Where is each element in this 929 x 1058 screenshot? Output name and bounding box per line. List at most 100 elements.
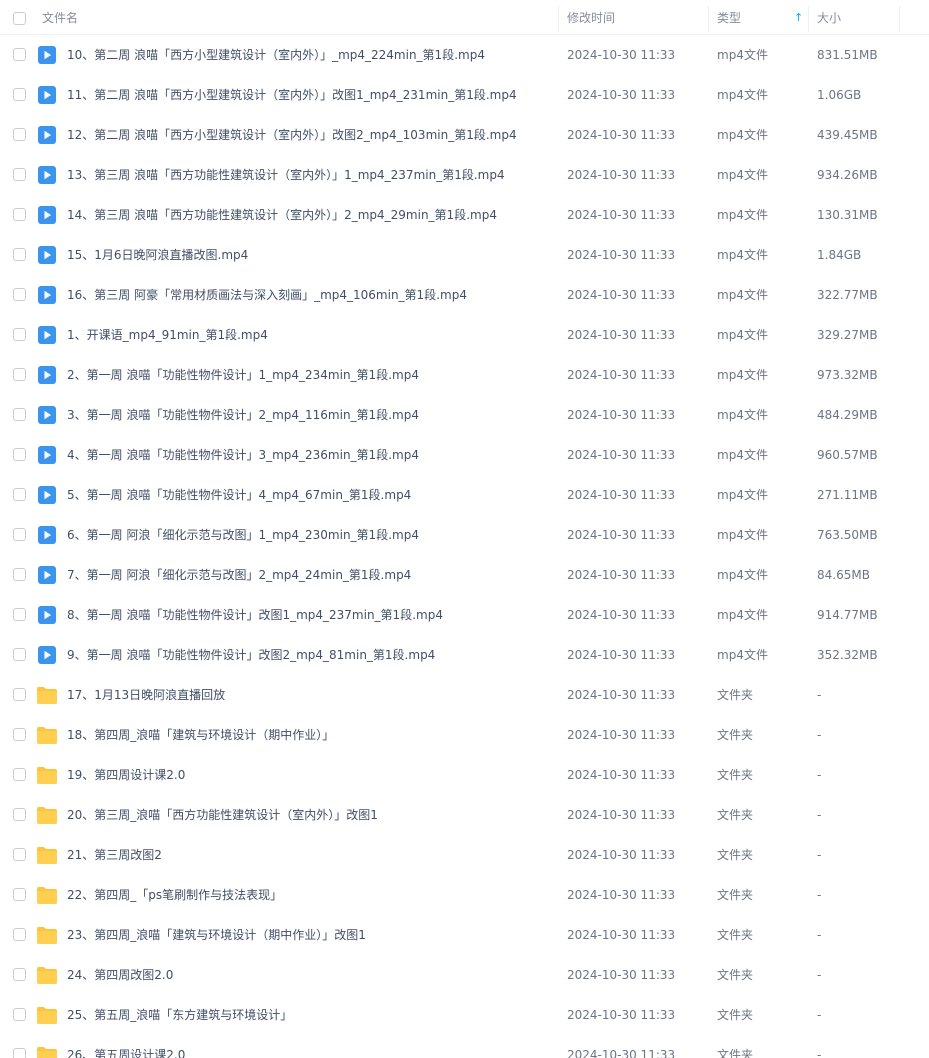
- file-name[interactable]: 21、第三周改图2: [67, 835, 162, 875]
- file-row[interactable]: 12、第二周 浪喵「西方小型建筑设计（室内外）」改图2_mp4_103min_第…: [0, 115, 929, 155]
- file-name[interactable]: 19、第四周设计课2.0: [67, 755, 185, 795]
- row-checkbox[interactable]: [13, 128, 26, 141]
- row-checkbox[interactable]: [13, 608, 26, 621]
- row-checkbox[interactable]: [13, 368, 26, 381]
- row-checkbox[interactable]: [13, 408, 26, 421]
- file-row[interactable]: 19、第四周设计课2.0 2024-10-30 11:33 文件夹 -: [0, 755, 929, 795]
- row-checkbox[interactable]: [13, 528, 26, 541]
- column-header-size[interactable]: 大小: [817, 0, 841, 34]
- file-name[interactable]: 1、开课语_mp4_91min_第1段.mp4: [67, 315, 268, 355]
- file-type: 文件夹: [717, 808, 754, 822]
- column-divider[interactable]: [558, 6, 559, 32]
- row-checkbox[interactable]: [13, 888, 26, 901]
- file-row[interactable]: 20、第三周_浪喵「西方功能性建筑设计（室内外）」改图1 2024-10-30 1…: [0, 795, 929, 835]
- file-row[interactable]: 4、第一周 浪喵「功能性物件设计」3_mp4_236min_第1段.mp4 202…: [0, 435, 929, 475]
- file-name[interactable]: 16、第三周 阿豪「常用材质画法与深入刻画」_mp4_106min_第1段.mp…: [67, 275, 467, 315]
- file-name[interactable]: 7、第一周 阿浪「细化示范与改图」2_mp4_24min_第1段.mp4: [67, 555, 411, 595]
- file-name[interactable]: 13、第三周 浪喵「西方功能性建筑设计（室内外）」1_mp4_237min_第1…: [67, 155, 505, 195]
- row-checkbox[interactable]: [13, 488, 26, 501]
- column-divider[interactable]: [899, 6, 900, 32]
- file-type: mp4文件: [717, 328, 768, 342]
- file-name[interactable]: 5、第一周 浪喵「功能性物件设计」4_mp4_67min_第1段.mp4: [67, 475, 411, 515]
- row-checkbox[interactable]: [13, 448, 26, 461]
- row-checkbox[interactable]: [13, 688, 26, 701]
- file-size: -: [817, 888, 822, 902]
- video-icon: [38, 366, 56, 384]
- file-row[interactable]: 11、第二周 浪喵「西方小型建筑设计（室内外）」改图1_mp4_231min_第…: [0, 75, 929, 115]
- row-checkbox[interactable]: [13, 848, 26, 861]
- file-size: 763.50MB: [817, 528, 878, 542]
- file-name[interactable]: 24、第四周改图2.0: [67, 955, 173, 995]
- column-divider[interactable]: [708, 6, 709, 32]
- row-checkbox[interactable]: [13, 928, 26, 941]
- file-name[interactable]: 6、第一周 阿浪「细化示范与改图」1_mp4_230min_第1段.mp4: [67, 515, 419, 555]
- file-name[interactable]: 2、第一周 浪喵「功能性物件设计」1_mp4_234min_第1段.mp4: [67, 355, 419, 395]
- file-name[interactable]: 3、第一周 浪喵「功能性物件设计」2_mp4_116min_第1段.mp4: [67, 395, 419, 435]
- row-checkbox[interactable]: [13, 288, 26, 301]
- row-checkbox[interactable]: [13, 1008, 26, 1021]
- file-name[interactable]: 8、第一周 浪喵「功能性物件设计」改图1_mp4_237min_第1段.mp4: [67, 595, 443, 635]
- column-header-type[interactable]: 类型: [717, 0, 741, 34]
- row-checkbox[interactable]: [13, 1048, 26, 1058]
- file-row[interactable]: 16、第三周 阿豪「常用材质画法与深入刻画」_mp4_106min_第1段.mp…: [0, 275, 929, 315]
- row-checkbox[interactable]: [13, 328, 26, 341]
- file-row[interactable]: 7、第一周 阿浪「细化示范与改图」2_mp4_24min_第1段.mp4 2024…: [0, 555, 929, 595]
- file-row[interactable]: 15、1月6日晚阿浪直播改图.mp4 2024-10-30 11:33 mp4文件 1…: [0, 235, 929, 275]
- row-checkbox[interactable]: [13, 248, 26, 261]
- file-row[interactable]: 14、第三周 浪喵「西方功能性建筑设计（室内外）」2_mp4_29min_第1段…: [0, 195, 929, 235]
- file-row[interactable]: 21、第三周改图2 2024-10-30 11:33 文件夹 -: [0, 835, 929, 875]
- column-header-modified[interactable]: 修改时间: [567, 0, 615, 34]
- file-size: 934.26MB: [817, 168, 878, 182]
- file-row[interactable]: 13、第三周 浪喵「西方功能性建筑设计（室内外）」1_mp4_237min_第1…: [0, 155, 929, 195]
- row-checkbox[interactable]: [13, 808, 26, 821]
- file-row[interactable]: 24、第四周改图2.0 2024-10-30 11:33 文件夹 -: [0, 955, 929, 995]
- row-checkbox[interactable]: [13, 48, 26, 61]
- file-name[interactable]: 20、第三周_浪喵「西方功能性建筑设计（室内外）」改图1: [67, 795, 378, 835]
- file-row[interactable]: 18、第四周_浪喵「建筑与环境设计（期中作业）」 2024-10-30 11:33…: [0, 715, 929, 755]
- file-row[interactable]: 10、第二周 浪喵「西方小型建筑设计（室内外）」_mp4_224min_第1段.…: [0, 35, 929, 75]
- select-all-checkbox[interactable]: [13, 12, 26, 25]
- row-checkbox[interactable]: [13, 728, 26, 741]
- file-name[interactable]: 22、第四周_「ps笔刷制作与技法表现」: [67, 875, 282, 915]
- file-row[interactable]: 1、开课语_mp4_91min_第1段.mp4 2024-10-30 11:33 m…: [0, 315, 929, 355]
- file-name[interactable]: 12、第二周 浪喵「西方小型建筑设计（室内外）」改图2_mp4_103min_第…: [67, 115, 517, 155]
- file-name[interactable]: 26、第五周设计课2.0: [67, 1035, 185, 1058]
- file-row[interactable]: 3、第一周 浪喵「功能性物件设计」2_mp4_116min_第1段.mp4 202…: [0, 395, 929, 435]
- row-checkbox[interactable]: [13, 968, 26, 981]
- folder-icon: [37, 846, 57, 864]
- file-modified-time: 2024-10-30 11:33: [567, 88, 676, 102]
- file-modified-time: 2024-10-30 11:33: [567, 928, 676, 942]
- row-checkbox[interactable]: [13, 768, 26, 781]
- file-row[interactable]: 9、第一周 浪喵「功能性物件设计」改图2_mp4_81min_第1段.mp4 20…: [0, 635, 929, 675]
- file-row[interactable]: 23、第四周_浪喵「建筑与环境设计（期中作业）」改图1 2024-10-30 11…: [0, 915, 929, 955]
- file-row[interactable]: 17、1月13日晚阿浪直播回放 2024-10-30 11:33 文件夹 -: [0, 675, 929, 715]
- file-name[interactable]: 14、第三周 浪喵「西方功能性建筑设计（室内外）」2_mp4_29min_第1段…: [67, 195, 497, 235]
- file-size: 84.65MB: [817, 568, 870, 582]
- file-type: 文件夹: [717, 728, 754, 742]
- file-name[interactable]: 15、1月6日晚阿浪直播改图.mp4: [67, 235, 248, 275]
- file-name[interactable]: 11、第二周 浪喵「西方小型建筑设计（室内外）」改图1_mp4_231min_第…: [67, 75, 517, 115]
- file-row[interactable]: 6、第一周 阿浪「细化示范与改图」1_mp4_230min_第1段.mp4 202…: [0, 515, 929, 555]
- row-checkbox[interactable]: [13, 648, 26, 661]
- file-row[interactable]: 22、第四周_「ps笔刷制作与技法表现」 2024-10-30 11:33 文件夹 -: [0, 875, 929, 915]
- file-name[interactable]: 9、第一周 浪喵「功能性物件设计」改图2_mp4_81min_第1段.mp4: [67, 635, 435, 675]
- file-name[interactable]: 4、第一周 浪喵「功能性物件设计」3_mp4_236min_第1段.mp4: [67, 435, 419, 475]
- row-checkbox[interactable]: [13, 568, 26, 581]
- file-row[interactable]: 5、第一周 浪喵「功能性物件设计」4_mp4_67min_第1段.mp4 2024…: [0, 475, 929, 515]
- file-row[interactable]: 25、第五周_浪喵「东方建筑与环境设计」 2024-10-30 11:33 文件夹 -: [0, 995, 929, 1035]
- file-row[interactable]: 26、第五周设计课2.0 2024-10-30 11:33 文件夹 -: [0, 1035, 929, 1058]
- file-name[interactable]: 23、第四周_浪喵「建筑与环境设计（期中作业）」改图1: [67, 915, 366, 955]
- row-checkbox[interactable]: [13, 168, 26, 181]
- row-checkbox[interactable]: [13, 88, 26, 101]
- folder-icon: [37, 926, 57, 944]
- sort-ascending-icon[interactable]: ↑: [794, 12, 803, 24]
- row-checkbox[interactable]: [13, 208, 26, 221]
- file-name[interactable]: 25、第五周_浪喵「东方建筑与环境设计」: [67, 995, 292, 1035]
- file-name[interactable]: 10、第二周 浪喵「西方小型建筑设计（室内外）」_mp4_224min_第1段.…: [67, 35, 485, 75]
- file-name[interactable]: 18、第四周_浪喵「建筑与环境设计（期中作业）」: [67, 715, 334, 755]
- column-header-name[interactable]: 文件名: [42, 0, 78, 34]
- column-divider[interactable]: [808, 6, 809, 32]
- file-name[interactable]: 17、1月13日晚阿浪直播回放: [67, 675, 225, 715]
- file-row[interactable]: 8、第一周 浪喵「功能性物件设计」改图1_mp4_237min_第1段.mp4 2…: [0, 595, 929, 635]
- file-row[interactable]: 2、第一周 浪喵「功能性物件设计」1_mp4_234min_第1段.mp4 202…: [0, 355, 929, 395]
